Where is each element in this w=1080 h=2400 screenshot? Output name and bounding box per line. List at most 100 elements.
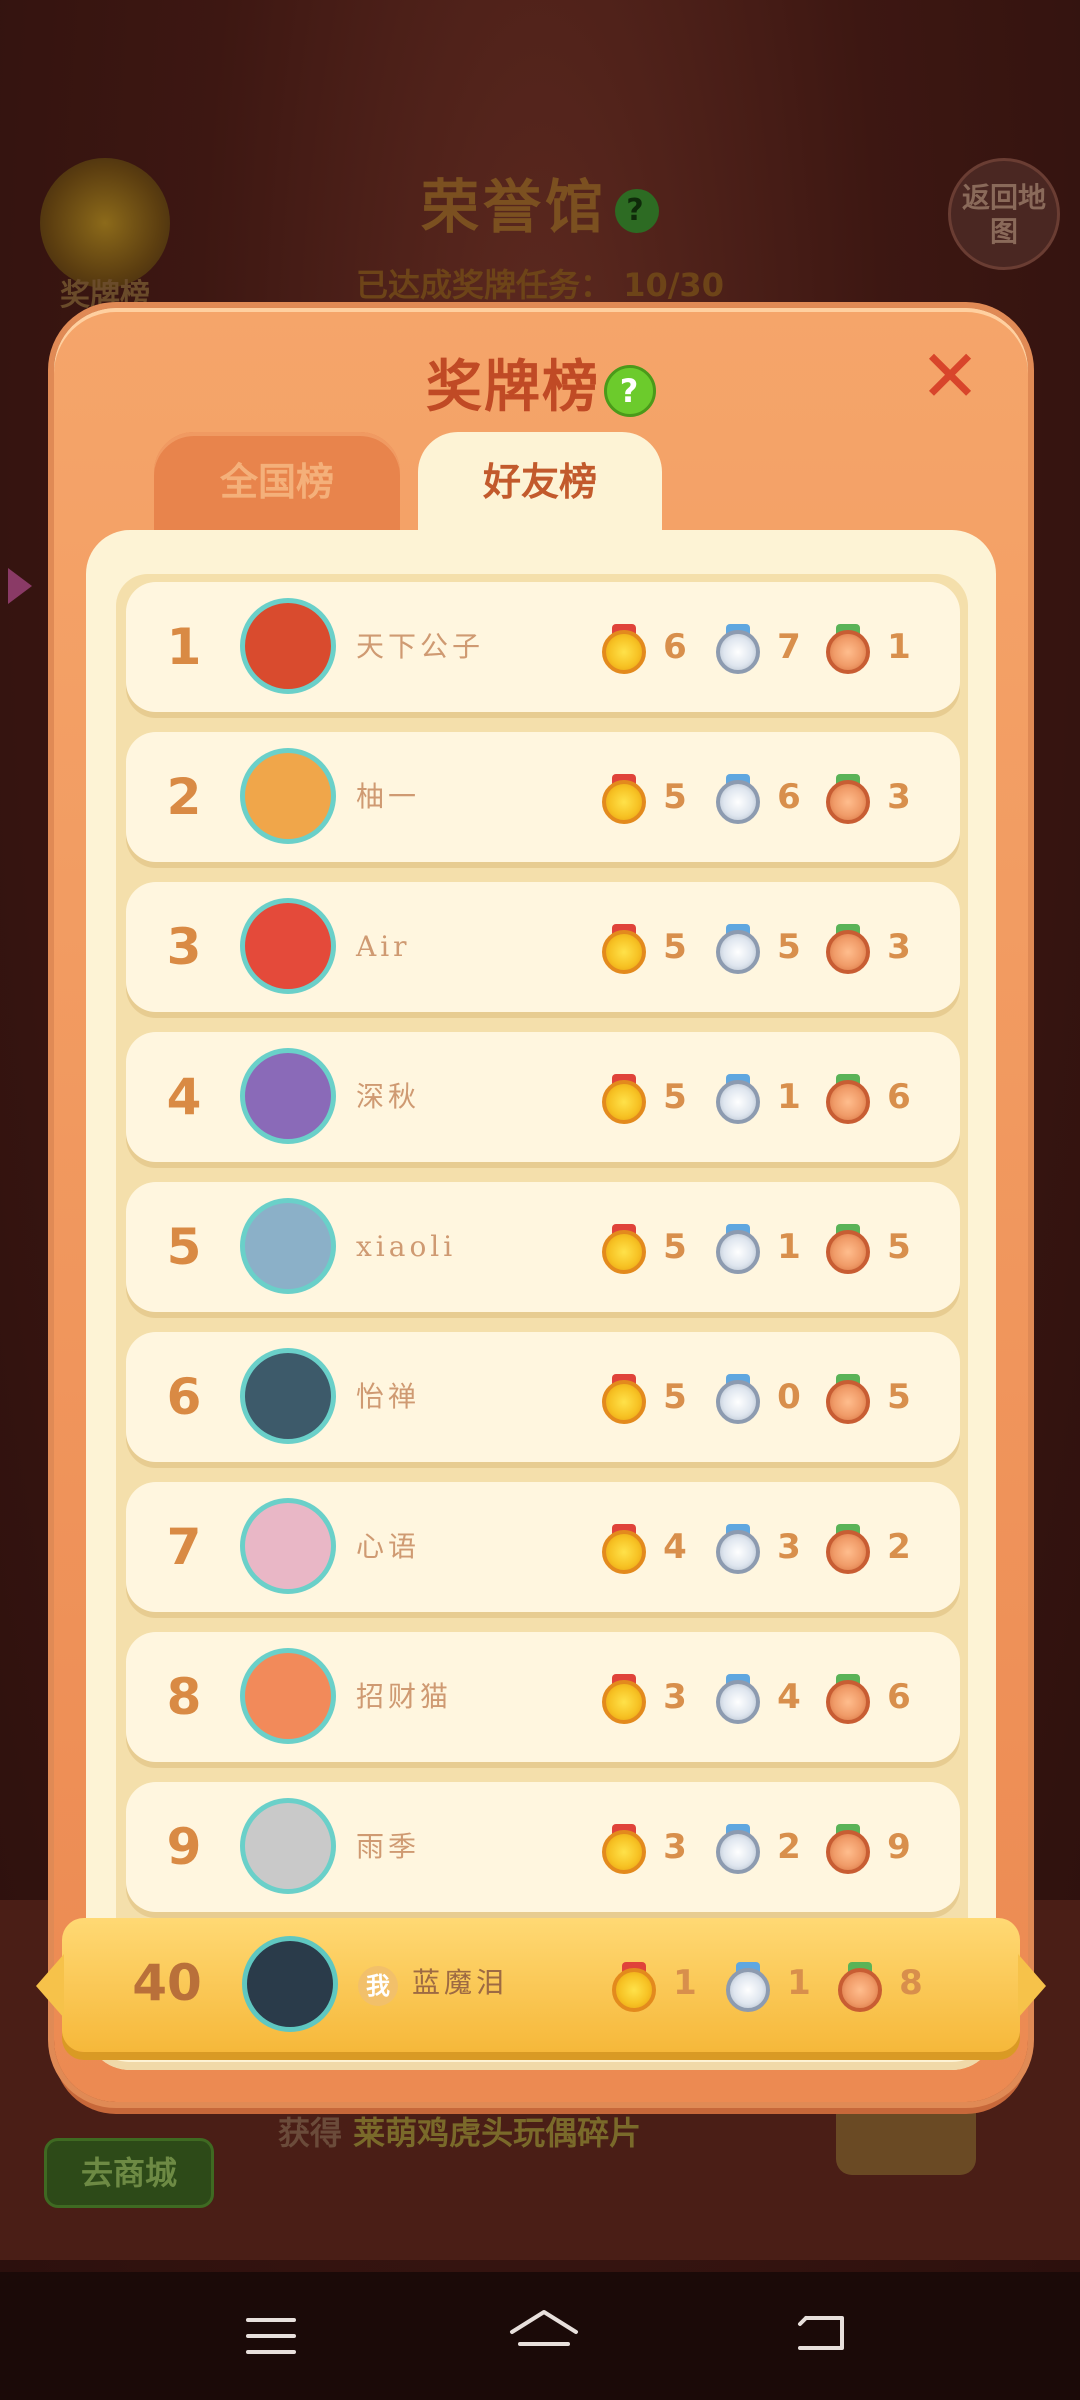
player-name: 怡禅	[356, 1380, 421, 1413]
bronze-medal-icon	[826, 1824, 870, 1874]
player-avatar[interactable]	[240, 1198, 336, 1294]
help-icon[interactable]: ?	[604, 364, 656, 417]
menu-icon[interactable]	[240, 2304, 304, 2368]
player-name: xiaoli	[356, 1230, 457, 1263]
bronze-medal-icon	[826, 1074, 870, 1124]
leaderboard-row[interactable]: 3 Air 5 5 3	[126, 882, 960, 1012]
bronze-medal-icon	[826, 774, 870, 824]
leaderboard-row[interactable]: 7 心语 4 3 2	[126, 1482, 960, 1612]
player-name: 天下公子	[356, 630, 485, 663]
rank-number: 5	[166, 1218, 202, 1276]
bronze-count: 5	[887, 1377, 911, 1417]
bronze-count: 2	[887, 1527, 911, 1567]
hall-help-icon[interactable]: ?	[615, 188, 659, 233]
player-avatar[interactable]	[240, 1348, 336, 1444]
gold-count: 3	[663, 1677, 687, 1717]
player-avatar[interactable]	[240, 1648, 336, 1744]
silver-medal-icon	[716, 624, 760, 674]
my-gold-count: 1	[673, 1963, 697, 2003]
silver-count: 1	[777, 1227, 801, 1267]
reward-prefix: 获得	[278, 2114, 343, 2152]
progress-label: 已达成奖牌任务：	[356, 266, 613, 304]
gold-medal-icon	[602, 1074, 646, 1124]
gold-count: 5	[663, 777, 687, 817]
reward-item: 莱萌鸡虎头玩偶碎片	[353, 2114, 642, 2152]
gold-count: 5	[663, 1227, 687, 1267]
bronze-medal-icon	[826, 1374, 870, 1424]
gold-medal-icon	[602, 924, 646, 974]
bronze-count: 3	[887, 777, 911, 817]
player-name: 雨季	[356, 1830, 421, 1863]
reward-text: 获得 莱萌鸡虎头玩偶碎片	[278, 2108, 641, 2154]
system-nav-bar	[0, 2272, 1080, 2400]
player-avatar[interactable]	[240, 1498, 336, 1594]
return-to-map-button[interactable]: 返回地图	[948, 158, 1060, 270]
my-rank: 40	[132, 1954, 202, 2012]
leaderboard-row[interactable]: 9 雨季 3 2 9	[126, 1782, 960, 1912]
gold-medal-icon	[602, 1674, 646, 1724]
silver-medal-icon	[716, 1374, 760, 1424]
gold-count: 5	[663, 1077, 687, 1117]
silver-medal-icon	[716, 1674, 760, 1724]
my-rank-row: 40 我 蓝魔泪 1 1 8	[36, 1918, 1046, 2052]
gold-count: 5	[663, 927, 687, 967]
silver-count: 5	[777, 927, 801, 967]
bronze-medal-icon	[826, 1524, 870, 1574]
silver-medal-icon	[716, 1824, 760, 1874]
bronze-count: 3	[887, 927, 911, 967]
leaderboard-list[interactable]: 1 天下公子 6 7 1 2 柚一 5 6 3 3 Air 5 5 3 4 深秋 5 1 6 5 xiaoli 5 1 5 6 怡禅…	[116, 574, 968, 1994]
bronze-medal-icon	[826, 1674, 870, 1724]
leaderboard-row[interactable]: 5 xiaoli 5 1 5	[126, 1182, 960, 1312]
player-name: 深秋	[356, 1080, 421, 1113]
player-avatar[interactable]	[240, 748, 336, 844]
bronze-count: 6	[887, 1677, 911, 1717]
silver-medal-icon	[726, 1962, 770, 2012]
my-avatar[interactable]	[242, 1936, 338, 2032]
bronze-count: 6	[887, 1077, 911, 1117]
gold-count: 3	[663, 1827, 687, 1867]
me-badge: 我	[358, 1966, 398, 2006]
bronze-medal-icon	[826, 924, 870, 974]
gold-medal-icon	[602, 1374, 646, 1424]
silver-medal-icon	[716, 924, 760, 974]
leaderboard-row[interactable]: 4 深秋 5 1 6	[126, 1032, 960, 1162]
player-avatar[interactable]	[240, 898, 336, 994]
bronze-medal-icon	[826, 624, 870, 674]
bronze-count: 5	[887, 1227, 911, 1267]
gold-medal-icon	[602, 624, 646, 674]
leaderboard-row[interactable]: 8 招财猫 3 4 6	[126, 1632, 960, 1762]
gold-medal-icon	[602, 1824, 646, 1874]
medal-task-progress: 已达成奖牌任务： 10/30	[0, 260, 1080, 306]
silver-medal-icon	[716, 1074, 760, 1124]
hall-title-text: 荣誉馆	[420, 173, 607, 241]
home-icon[interactable]	[506, 2304, 578, 2368]
silver-medal-icon	[716, 1524, 760, 1574]
player-name: 心语	[356, 1530, 421, 1563]
side-arrow-icon[interactable]	[8, 568, 32, 604]
go-to-shop-button[interactable]: 去商城	[44, 2138, 214, 2208]
bronze-medal-icon	[838, 1962, 882, 2012]
hall-of-honor-title: 荣誉馆?	[0, 160, 1080, 244]
tab-friends[interactable]: 好友榜	[418, 432, 662, 532]
player-avatar[interactable]	[240, 598, 336, 694]
leaderboard-row[interactable]: 2 柚一 5 6 3	[126, 732, 960, 862]
tab-national[interactable]: 全国榜	[154, 432, 400, 532]
gold-medal-icon	[612, 1962, 656, 2012]
leaderboard-row[interactable]: 6 怡禅 5 0 5	[126, 1332, 960, 1462]
leaderboard-row[interactable]: 1 天下公子 6 7 1	[126, 582, 960, 712]
back-icon[interactable]	[792, 2304, 856, 2368]
silver-count: 1	[777, 1077, 801, 1117]
silver-medal-icon	[716, 1224, 760, 1274]
my-name: 蓝魔泪	[412, 1966, 509, 1999]
medal-leaderboard-dialog: 奖牌榜? ✕ 全国榜 好友榜 1 天下公子 6 7 1 2 柚一 5 6 3 3 Air 5 5 3 4 深秋 5…	[36, 308, 1046, 2102]
close-icon[interactable]: ✕	[916, 340, 984, 412]
silver-count: 6	[777, 777, 801, 817]
leaderboard-panel: 1 天下公子 6 7 1 2 柚一 5 6 3 3 Air 5 5 3 4 深秋 5 1 6 5 xiaoli 5 1 5 6 怡禅…	[86, 530, 996, 2070]
silver-count: 7	[777, 627, 801, 667]
gold-medal-icon	[602, 1524, 646, 1574]
rank-number: 1	[166, 618, 202, 676]
rank-number: 3	[166, 918, 202, 976]
player-name: 招财猫	[356, 1680, 453, 1713]
player-avatar[interactable]	[240, 1048, 336, 1144]
player-avatar[interactable]	[240, 1798, 336, 1894]
